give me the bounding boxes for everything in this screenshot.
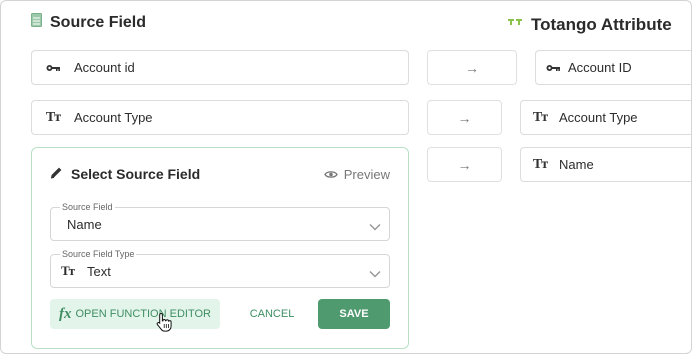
mapping-window: Source Field Totango Attribute Account i… — [0, 0, 692, 354]
source-field-type-value: Text — [87, 264, 111, 279]
source-row-account-type[interactable]: Tт Account Type — [31, 100, 409, 135]
arrow-right-icon: → — [457, 156, 472, 173]
source-field-header: Source Field — [31, 13, 146, 32]
save-label: SAVE — [339, 308, 369, 320]
select-source-field-panel: Select Source Field Preview Source Field… — [31, 147, 409, 349]
spreadsheet-icon — [31, 13, 42, 32]
cancel-button[interactable]: CANCEL — [240, 299, 304, 329]
open-function-editor-button[interactable]: fx OPEN FUNCTION EDITOR — [50, 299, 220, 329]
target-label: Account ID — [568, 60, 632, 75]
totango-logo-icon — [507, 16, 523, 34]
source-label: Account id — [74, 60, 135, 75]
text-type-icon: Tт — [532, 156, 548, 172]
target-row-name[interactable]: Tт Name — [520, 147, 691, 182]
source-label: Account Type — [74, 110, 153, 125]
target-label: Name — [559, 157, 594, 172]
chevron-down-icon — [369, 265, 381, 283]
arrow-right-icon: → — [465, 59, 479, 76]
source-field-select[interactable]: Source Field Name — [50, 202, 390, 241]
eye-icon — [324, 167, 338, 182]
text-type-icon: Tт — [61, 263, 75, 278]
chevron-down-icon — [369, 218, 381, 236]
target-label: Account Type — [559, 110, 638, 125]
hand-cursor-icon — [156, 312, 172, 337]
source-field-title: Source Field — [50, 13, 147, 31]
totango-attribute-title: Totango Attribute — [531, 15, 672, 34]
pencil-icon — [50, 166, 63, 182]
panel-title-text: Select Source Field — [71, 166, 201, 182]
source-field-type-label: Source Field Type — [60, 249, 137, 259]
key-icon — [542, 64, 564, 72]
function-icon: fx — [59, 305, 72, 322]
cancel-label: CANCEL — [249, 308, 295, 320]
target-row-account-id[interactable]: Account ID — [535, 50, 691, 85]
source-field-type-select[interactable]: Source Field Type Tт Text — [50, 249, 390, 288]
source-field-value: Name — [67, 217, 102, 232]
source-row-account-id[interactable]: Account id — [31, 50, 409, 85]
source-field-label: Source Field — [60, 202, 115, 212]
mapping-arrow: → — [427, 100, 502, 135]
save-button[interactable]: SAVE — [318, 299, 390, 329]
arrow-right-icon: → — [457, 109, 472, 126]
text-type-icon: Tт — [45, 109, 61, 125]
preview-label: Preview — [343, 167, 390, 182]
target-row-account-type[interactable]: Tт Account Type — [520, 100, 691, 135]
mapping-arrow: → — [427, 147, 502, 182]
key-icon — [42, 64, 64, 72]
totango-attribute-header: Totango Attribute — [507, 15, 672, 35]
open-function-editor-label: OPEN FUNCTION EDITOR — [75, 308, 211, 320]
panel-title: Select Source Field — [50, 166, 200, 182]
preview-button[interactable]: Preview — [324, 167, 390, 182]
text-type-icon: Tт — [532, 109, 548, 125]
mapping-arrow: → — [427, 50, 517, 85]
